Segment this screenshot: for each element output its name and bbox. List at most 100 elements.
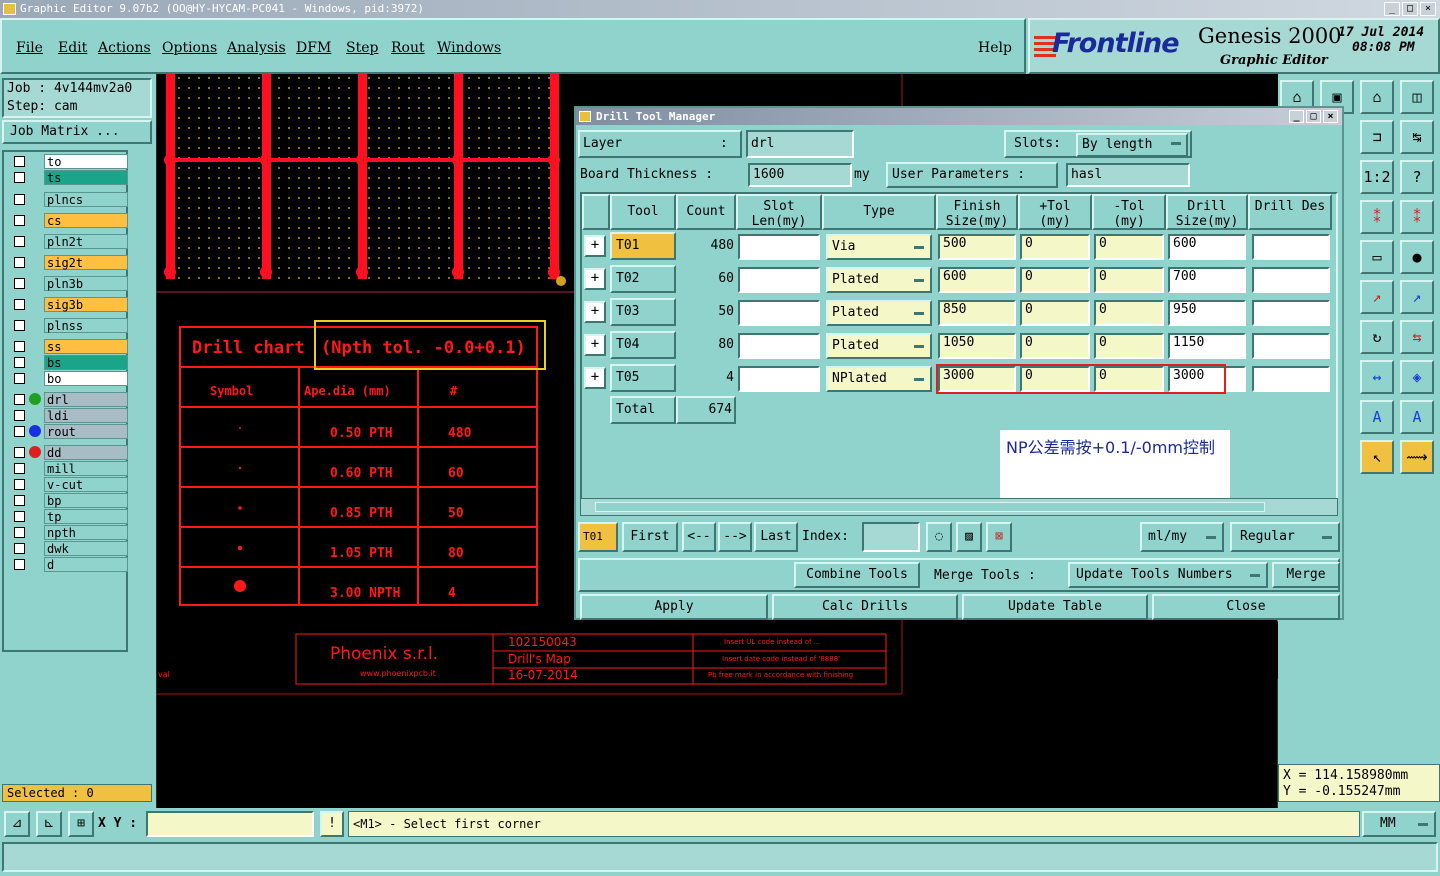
plus-tol-field[interactable]: 0	[1020, 267, 1090, 293]
layer-row[interactable]: ss	[12, 339, 128, 354]
layer-checkbox[interactable]	[14, 559, 25, 570]
layer-row[interactable]: plnss	[12, 318, 128, 333]
layer-checkbox[interactable]	[14, 527, 25, 538]
type-dropdown[interactable]: Plated	[826, 300, 932, 326]
layer-checkbox[interactable]	[14, 278, 25, 289]
layer-row[interactable]: mill	[12, 461, 128, 476]
layer-row[interactable]: dwk	[12, 541, 128, 556]
layer-row[interactable]: d	[12, 557, 128, 572]
flip-icon[interactable]: ⇆	[1400, 320, 1434, 354]
text-a-alt-icon[interactable]: A	[1400, 400, 1434, 434]
layer-checkbox[interactable]	[14, 215, 25, 226]
first-button[interactable]: First	[622, 522, 678, 552]
layer-row[interactable]: plncs	[12, 192, 128, 207]
drill-des-field[interactable]	[1252, 234, 1330, 260]
minus-tol-field[interactable]: 0	[1094, 300, 1164, 326]
drill-size-field[interactable]: 700	[1168, 267, 1246, 293]
layer-red-alt-icon[interactable]: ⁑	[1400, 200, 1434, 234]
layer-row[interactable]: v-cut	[12, 477, 128, 492]
units-select[interactable]: MM	[1362, 811, 1436, 837]
snap-icon[interactable]: ⊐	[1360, 120, 1394, 154]
drill-size-field[interactable]: 600	[1168, 234, 1246, 260]
line-icon[interactable]: ↗	[1360, 280, 1394, 314]
merge-tools-dropdown[interactable]: Update Tools Numbers	[1068, 562, 1268, 588]
layer-row[interactable]: npth	[12, 525, 128, 540]
layer-row[interactable]: ldi	[12, 408, 128, 423]
menu-step[interactable]: Step	[346, 40, 378, 56]
layer-checkbox[interactable]	[14, 543, 25, 554]
layer-checkbox[interactable]	[14, 320, 25, 331]
layer-checkbox[interactable]	[14, 172, 25, 183]
layer-row[interactable]: sig2t	[12, 255, 128, 270]
zoom-window-icon[interactable]: ⊿	[4, 811, 30, 837]
close-icon[interactable]: ×	[1420, 2, 1436, 16]
scale-icon[interactable]: 1:2	[1360, 160, 1394, 194]
xy-input[interactable]	[146, 811, 314, 837]
menu-file[interactable]: File	[16, 40, 43, 56]
update-table-button[interactable]: Update Table	[962, 594, 1148, 620]
layer-checkbox[interactable]	[14, 463, 25, 474]
minus-tol-field[interactable]: 0	[1094, 333, 1164, 359]
finish-size-field[interactable]: 600	[938, 267, 1016, 293]
slot-length-field[interactable]	[738, 234, 820, 260]
minus-tol-field[interactable]: 0	[1094, 234, 1164, 260]
pointer-icon[interactable]: ↖	[1360, 440, 1394, 474]
layer-row[interactable]: rout	[12, 424, 128, 439]
type-dropdown[interactable]: Via	[826, 234, 932, 260]
dot-icon[interactable]: ●	[1400, 240, 1434, 274]
combine-tools-button[interactable]: Combine Tools	[794, 562, 920, 588]
minimize-icon[interactable]: _	[1384, 2, 1400, 16]
finish-size-field[interactable]: 850	[938, 300, 1016, 326]
ruler-icon[interactable]: ▭	[1360, 240, 1394, 274]
layer-checkbox[interactable]	[14, 341, 25, 352]
layer-row[interactable]: to	[12, 154, 128, 169]
slot-length-field[interactable]	[738, 300, 820, 326]
menu-dfm[interactable]: DFM	[296, 40, 331, 56]
layer-row[interactable]: pln3b	[12, 276, 128, 291]
layer-red-icon[interactable]: ⁑	[1360, 200, 1394, 234]
house-icon[interactable]: ⌂	[1360, 80, 1394, 114]
type-dropdown[interactable]: Plated	[826, 333, 932, 359]
expand-row-button[interactable]: +	[584, 334, 606, 356]
layer-checkbox[interactable]	[14, 394, 25, 405]
close-button[interactable]: Close	[1152, 594, 1340, 620]
layer-checkbox[interactable]	[14, 156, 25, 167]
menu-options[interactable]: Options	[162, 40, 217, 56]
drill-des-field[interactable]	[1252, 333, 1330, 359]
layer-checkbox[interactable]	[14, 257, 25, 268]
layer-row[interactable]: cs	[12, 213, 128, 228]
grid-icon[interactable]: ⊞	[68, 811, 94, 837]
plus-tol-field[interactable]: 0	[1020, 300, 1090, 326]
drill-des-field[interactable]	[1252, 300, 1330, 326]
layer-row[interactable]: bs	[12, 355, 128, 370]
shapes-icon[interactable]: ◈	[1400, 360, 1434, 394]
plus-tol-field[interactable]: 0	[1020, 234, 1090, 260]
layer-checkbox[interactable]	[14, 236, 25, 247]
measure-icon[interactable]: ↔	[1360, 360, 1394, 394]
last-button[interactable]: Last	[754, 522, 798, 552]
mode-dropdown[interactable]: Regular	[1230, 522, 1340, 552]
units-dropdown[interactable]: ml/my	[1140, 522, 1224, 552]
text-a-icon[interactable]: A	[1360, 400, 1394, 434]
expand-row-button[interactable]: +	[584, 268, 606, 290]
plus-tol-field[interactable]: 0	[1020, 333, 1090, 359]
layer-row[interactable]: ts	[12, 170, 128, 185]
maximize-icon[interactable]: □	[1402, 2, 1418, 16]
layer-checkbox[interactable]	[14, 410, 25, 421]
layer-checkbox[interactable]	[14, 299, 25, 310]
drill-des-field[interactable]	[1252, 366, 1330, 392]
apply-button[interactable]: Apply	[580, 594, 768, 620]
slot-length-field[interactable]	[738, 366, 820, 392]
drill-size-field[interactable]: 950	[1168, 300, 1246, 326]
delete-icon[interactable]: ⊠	[986, 522, 1012, 552]
drill-des-field[interactable]	[1252, 267, 1330, 293]
image-icon[interactable]: ▨	[956, 522, 982, 552]
layer-checkbox[interactable]	[14, 426, 25, 437]
command-line[interactable]	[2, 842, 1438, 872]
layer-checkbox[interactable]	[14, 479, 25, 490]
slots-dropdown[interactable]: By length	[1076, 133, 1188, 157]
rotate-icon[interactable]: ↻	[1360, 320, 1394, 354]
finish-size-field[interactable]: 1050	[938, 333, 1016, 359]
layer-checkbox[interactable]	[14, 447, 25, 458]
layer-checkbox[interactable]	[14, 194, 25, 205]
